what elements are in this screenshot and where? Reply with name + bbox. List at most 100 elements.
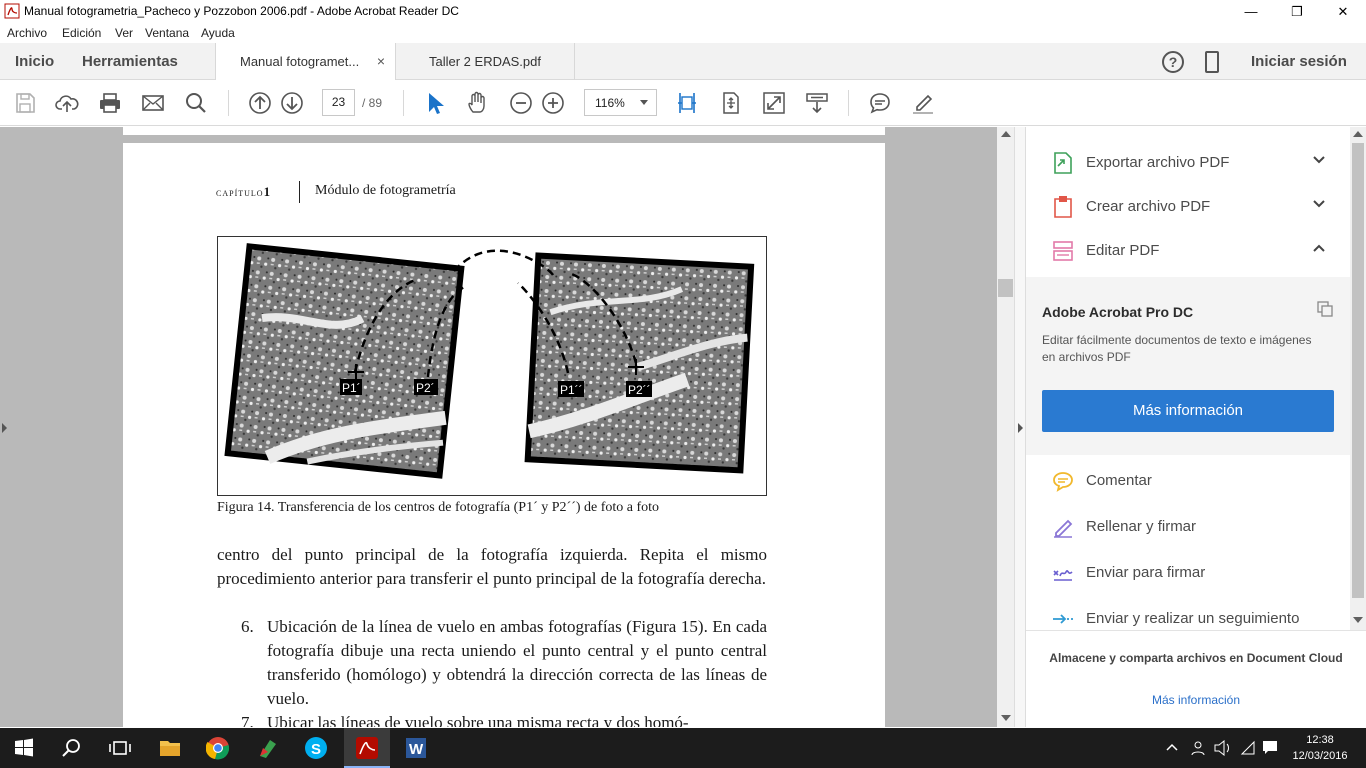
chapter-title: Módulo de fotogrametría: [315, 183, 456, 198]
label-p1-left: P1´: [342, 381, 361, 395]
page-number-input[interactable]: 23: [322, 89, 355, 116]
promo-panel: Adobe Acrobat Pro DC Editar fácilmente d…: [1026, 277, 1350, 455]
print-icon[interactable]: [98, 91, 122, 115]
page-total: / 89: [362, 96, 383, 110]
document-viewport[interactable]: capítulo1 Módulo de fotogrametría P1´ P2…: [0, 127, 1014, 727]
volume-icon[interactable]: [1214, 740, 1232, 756]
figure-caption: Figura 14. Transferencia de los centros …: [217, 500, 660, 515]
photo-left: [224, 243, 465, 479]
zoom-out-icon[interactable]: [509, 91, 533, 115]
scroll-up-icon[interactable]: [1001, 131, 1011, 137]
app-icon[interactable]: [256, 736, 280, 760]
notification-icon[interactable]: [1262, 739, 1278, 755]
label-p1-right: P1´´: [560, 383, 583, 397]
svg-text:W: W: [409, 741, 424, 758]
copy-icon[interactable]: [1316, 300, 1334, 318]
scroll-thumb[interactable]: [998, 279, 1013, 297]
word-icon[interactable]: W: [404, 736, 428, 760]
taskbar: S W 12:38 12/03/2016: [0, 728, 1366, 768]
right-pane-toggle[interactable]: [1014, 127, 1026, 727]
close-tab-icon[interactable]: ×: [377, 53, 385, 69]
clock-date: 12/03/2016: [1292, 750, 1348, 762]
fit-width-icon[interactable]: [675, 91, 699, 115]
tool-comment[interactable]: Comentar: [1026, 459, 1350, 503]
minimize-button[interactable]: —: [1228, 0, 1274, 23]
acrobat-taskbar-button[interactable]: [344, 728, 390, 768]
tool-label: Editar PDF: [1086, 242, 1160, 259]
tool-send-sign[interactable]: Enviar para firmar: [1026, 551, 1350, 595]
menu-ver[interactable]: Ver: [115, 26, 133, 40]
comment-icon[interactable]: [868, 91, 892, 115]
chapter-word: capítulo: [216, 187, 264, 199]
scroll-up-icon[interactable]: [1353, 131, 1363, 137]
full-screen-icon[interactable]: [762, 91, 786, 115]
search-icon[interactable]: [60, 736, 84, 760]
chevron-down-icon: [640, 100, 648, 105]
chevron-up-icon: [1313, 244, 1325, 252]
save-icon[interactable]: [13, 91, 37, 115]
previous-page-edge: [123, 127, 885, 135]
list-number-6: 6.: [241, 617, 254, 636]
label-p2-right: P2´´: [628, 383, 651, 397]
menu-edicion[interactable]: Edición: [62, 26, 101, 40]
task-view-icon[interactable]: [108, 736, 132, 760]
chevron-down-icon: [1313, 200, 1325, 208]
chrome-icon[interactable]: [206, 736, 230, 760]
scroll-down-icon[interactable]: [1353, 617, 1363, 623]
tool-create-pdf[interactable]: Crear archivo PDF: [1026, 185, 1350, 229]
cloud-more-info-link[interactable]: Más información: [1026, 693, 1366, 707]
fit-page-icon[interactable]: [719, 91, 743, 115]
menu-ayuda[interactable]: Ayuda: [201, 26, 235, 40]
more-info-button[interactable]: Más información: [1042, 390, 1334, 432]
scroll-down-icon[interactable]: [1001, 715, 1011, 721]
page-up-icon[interactable]: [248, 91, 272, 115]
highlight-icon[interactable]: [911, 91, 935, 115]
maximize-button[interactable]: ❐: [1274, 0, 1320, 23]
tab-document-label: Taller 2 ERDAS.pdf: [429, 54, 541, 69]
tab-tools[interactable]: Herramientas: [82, 53, 178, 70]
tool-label: Enviar para firmar: [1086, 564, 1206, 581]
cloud-text: Almacene y comparta archivos en Document…: [1049, 651, 1343, 665]
select-icon[interactable]: [423, 91, 447, 115]
mail-icon[interactable]: [141, 91, 165, 115]
clock-time: 12:38: [1306, 734, 1334, 746]
taskbar-clock[interactable]: 12:38 12/03/2016: [1290, 732, 1350, 764]
body-paragraph: centro del punto principal de la fotogra…: [217, 545, 767, 588]
toolbar: [0, 80, 1366, 126]
skype-icon[interactable]: S: [304, 736, 328, 760]
left-pane-toggle-icon[interactable]: [2, 423, 7, 433]
document-scrollbar[interactable]: [997, 127, 1014, 727]
tool-edit-pdf[interactable]: Editar PDF: [1026, 229, 1350, 273]
collapse-pane-icon[interactable]: [1018, 423, 1023, 433]
acrobat-icon: [4, 3, 20, 19]
menu-ventana[interactable]: Ventana: [145, 26, 189, 40]
tab-bar: Inicio Herramientas Manual fotogramet...…: [0, 43, 1366, 81]
chevron-up-icon[interactable]: [1166, 742, 1178, 754]
zoom-select[interactable]: 116%: [584, 89, 657, 116]
hand-icon[interactable]: [466, 91, 490, 115]
help-icon[interactable]: ?: [1162, 51, 1184, 73]
mobile-link-icon[interactable]: [1205, 51, 1219, 73]
start-icon[interactable]: [12, 736, 36, 760]
menu-bar: Archivo Edición Ver Ventana Ayuda: [0, 23, 1366, 43]
wifi-icon[interactable]: [1240, 740, 1256, 756]
read-mode-icon[interactable]: [805, 91, 829, 115]
tab-document[interactable]: Taller 2 ERDAS.pdf: [405, 43, 575, 80]
tools-pane-scrollbar[interactable]: [1350, 127, 1366, 630]
tool-export-pdf[interactable]: Exportar archivo PDF: [1026, 141, 1350, 185]
tool-fill-sign[interactable]: Rellenar y firmar: [1026, 505, 1350, 549]
file-explorer-icon[interactable]: [158, 736, 182, 760]
zoom-in-icon[interactable]: [541, 91, 565, 115]
figure-14: P1´ P2´ P1´´ P2´´: [217, 236, 767, 496]
menu-archivo[interactable]: Archivo: [7, 26, 47, 40]
list-number-7: 7.: [241, 713, 254, 727]
people-icon[interactable]: [1190, 740, 1206, 756]
scroll-thumb[interactable]: [1352, 143, 1364, 598]
close-button[interactable]: ✕: [1320, 0, 1366, 23]
tab-document-active[interactable]: Manual fotogramet... ×: [215, 43, 396, 81]
search-icon[interactable]: [184, 91, 208, 115]
tab-home[interactable]: Inicio: [15, 53, 54, 70]
upload-icon[interactable]: [55, 91, 79, 115]
page-down-icon[interactable]: [280, 91, 304, 115]
sign-in-link[interactable]: Iniciar sesión: [1251, 53, 1347, 70]
